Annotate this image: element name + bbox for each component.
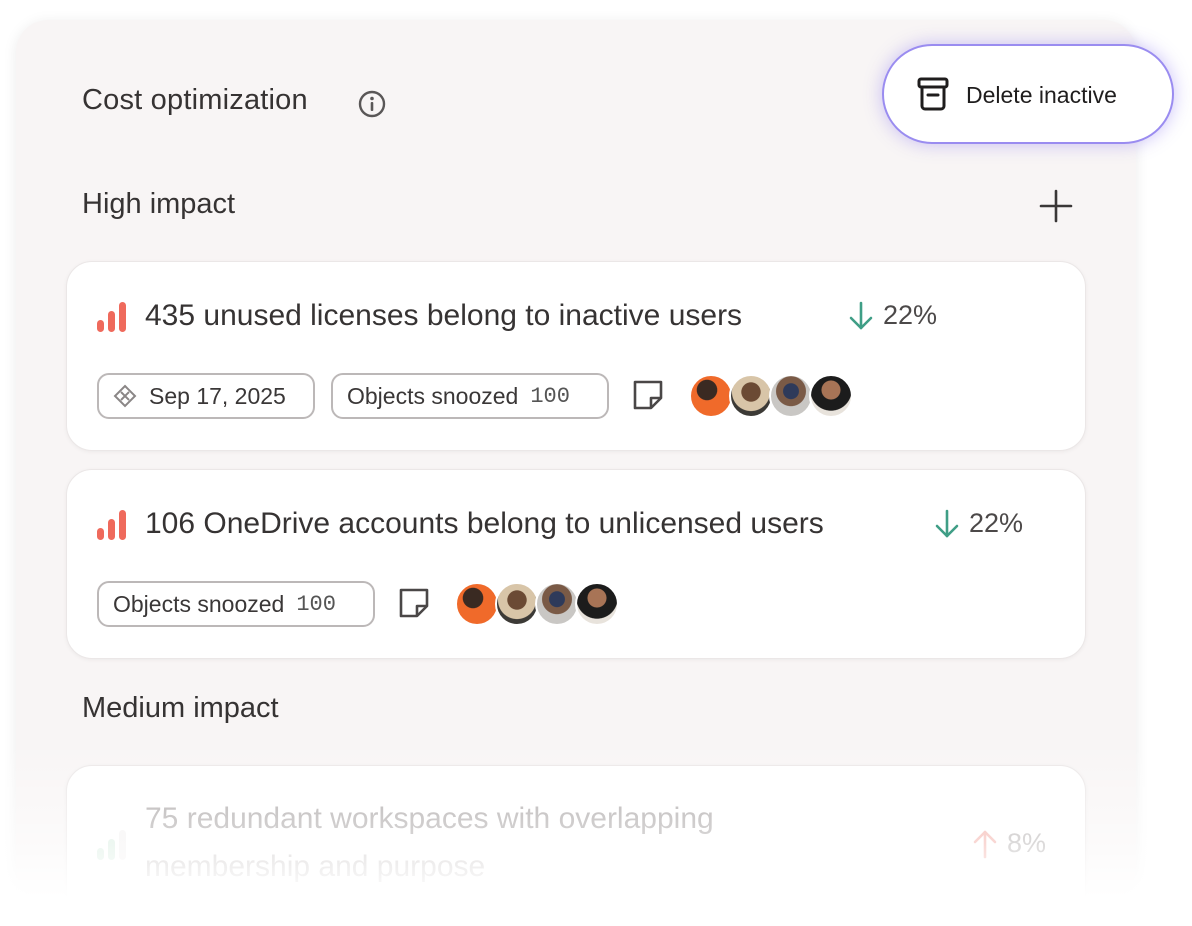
objects-snoozed-label: Objects snoozed xyxy=(347,382,519,409)
objects-snoozed-count: 100 xyxy=(530,383,570,409)
objects-snoozed-chip[interactable]: Objects snoozed 100 xyxy=(331,373,609,419)
info-icon[interactable] xyxy=(357,89,387,119)
avatar xyxy=(729,374,773,418)
note-icon[interactable] xyxy=(631,378,665,412)
impact-bars-icon xyxy=(97,830,126,860)
card-title-line-2: membership and purpose xyxy=(145,850,486,883)
objects-snoozed-label: Objects snoozed xyxy=(113,590,285,617)
avatar xyxy=(575,582,619,626)
trash-icon xyxy=(917,77,949,111)
insight-card[interactable]: 75 redundant workspaces with overlapping… xyxy=(66,765,1086,925)
avatar xyxy=(689,374,733,418)
impact-bars-icon xyxy=(97,510,126,540)
trend-value: 8% xyxy=(1007,828,1047,858)
avatar xyxy=(455,582,499,626)
section-title-medium-impact: Medium impact xyxy=(82,692,279,724)
impact-bars-icon xyxy=(97,302,126,332)
avatar xyxy=(809,374,853,418)
arrow-down-icon xyxy=(849,301,873,329)
delete-inactive-button[interactable]: Delete inactive xyxy=(882,44,1174,144)
date-chip-label: Sep 17, 2025 xyxy=(149,382,286,409)
objects-snoozed-chip[interactable]: Objects snoozed 100 xyxy=(97,581,375,627)
trend-value: 22% xyxy=(883,300,938,330)
trend-indicator: 22% xyxy=(935,508,1023,539)
avatar xyxy=(769,374,813,418)
arrow-down-icon xyxy=(935,509,959,537)
trend-indicator: 22% xyxy=(849,300,937,331)
date-chip[interactable]: Sep 17, 2025 xyxy=(97,373,315,419)
arrow-up-icon xyxy=(973,830,997,858)
trend-value: 22% xyxy=(969,508,1024,538)
avatar-group[interactable] xyxy=(455,582,625,626)
insight-card[interactable]: 435 unused licenses belong to inactive u… xyxy=(66,261,1086,451)
avatar xyxy=(495,582,539,626)
panel-title: Cost optimization xyxy=(82,84,308,116)
snooze-icon xyxy=(113,384,137,408)
objects-snoozed-count: 100 xyxy=(296,591,336,617)
card-title: 435 unused licenses belong to inactive u… xyxy=(145,299,743,332)
delete-inactive-label: Delete inactive xyxy=(966,82,1117,108)
note-icon[interactable] xyxy=(397,586,431,620)
insight-card[interactable]: 106 OneDrive accounts belong to unlicens… xyxy=(66,469,1086,659)
avatar-group[interactable] xyxy=(689,374,859,418)
section-title-high-impact: High impact xyxy=(82,188,236,220)
avatar xyxy=(535,582,579,626)
card-title: 106 OneDrive accounts belong to unlicens… xyxy=(145,507,824,540)
card-title-line-1: 75 redundant workspaces with overlapping xyxy=(145,802,714,835)
trend-indicator: 8% xyxy=(973,828,1046,859)
plus-icon[interactable] xyxy=(1038,188,1074,224)
